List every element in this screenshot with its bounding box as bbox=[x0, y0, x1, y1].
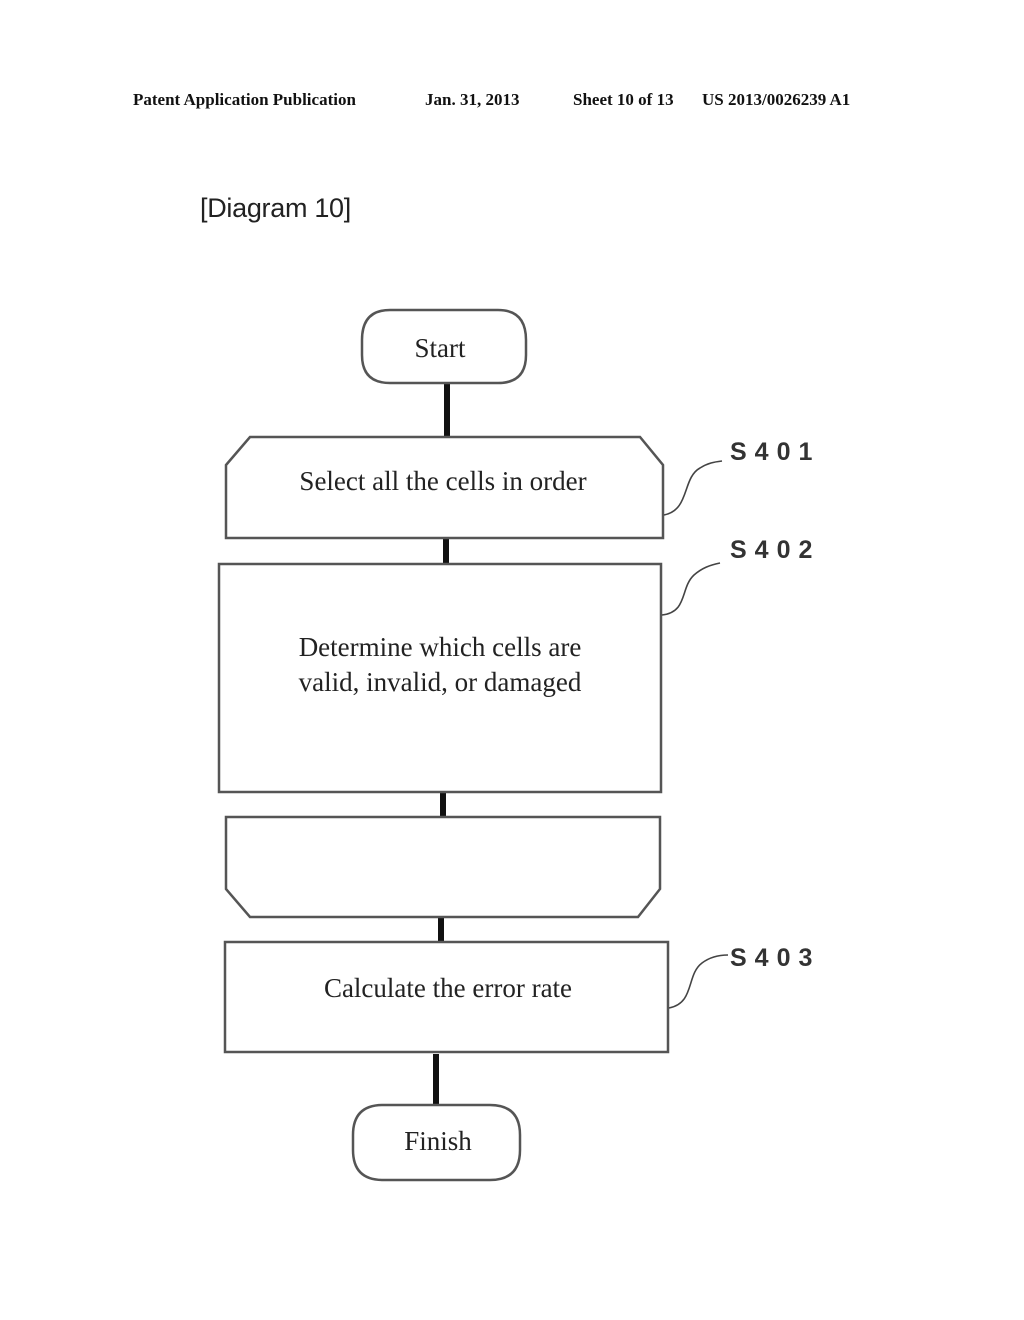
step-label-s402: S402 bbox=[730, 536, 820, 564]
flowchart: Start Select all the cells in order S401… bbox=[217, 308, 820, 1182]
loop-start-node: Select all the cells in order bbox=[224, 435, 665, 540]
start-label: Start bbox=[415, 333, 466, 363]
leader-line-s402 bbox=[661, 562, 721, 616]
step-label-s403: S403 bbox=[730, 944, 820, 972]
calculate-node: Calculate the error rate bbox=[223, 940, 670, 1054]
finish-terminator: Finish bbox=[351, 1103, 522, 1182]
start-terminator: Start bbox=[360, 308, 528, 385]
loop-end-shape bbox=[224, 815, 662, 919]
determine-node: Determine which cells are valid, invalid… bbox=[217, 562, 663, 794]
finish-label: Finish bbox=[404, 1126, 472, 1156]
calculate-label: Calculate the error rate bbox=[324, 973, 572, 1003]
step-label-s401: S401 bbox=[730, 438, 820, 466]
determine-label-line1: Determine which cells are bbox=[299, 632, 582, 662]
leader-line-s401 bbox=[663, 460, 723, 516]
loop-start-label: Select all the cells in order bbox=[299, 466, 586, 496]
leader-line-s403 bbox=[668, 954, 729, 1009]
determine-label-line2: valid, invalid, or damaged bbox=[299, 667, 582, 697]
loop-end-node bbox=[224, 815, 662, 919]
